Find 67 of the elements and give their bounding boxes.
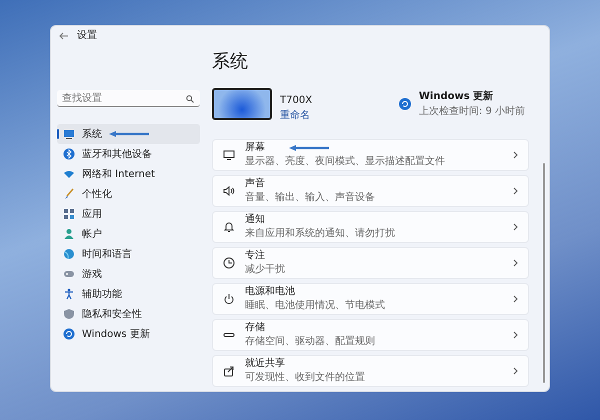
monitor-icon bbox=[223, 149, 235, 161]
card-title: 通知 bbox=[245, 214, 265, 226]
device-name: T700X bbox=[280, 94, 312, 108]
settings-card[interactable]: 存储 存储空间、驱动器、配置规则 bbox=[212, 319, 529, 351]
card-title: 专注 bbox=[245, 250, 265, 262]
card-description: 可发现性、收到文件的位置 bbox=[245, 370, 366, 384]
card-description: 音量、输出、输入、声音设备 bbox=[245, 190, 376, 204]
sidebar-item[interactable]: 应用 bbox=[57, 204, 200, 224]
card-description: 减少干扰 bbox=[245, 262, 286, 276]
page-title: 系统 bbox=[212, 50, 249, 74]
search-icon[interactable] bbox=[186, 95, 194, 103]
sidebar-item[interactable]: 蓝牙和其他设备 bbox=[57, 144, 200, 164]
sidebar-item[interactable]: 网络和 Internet bbox=[57, 164, 200, 184]
bluetooth-icon bbox=[63, 148, 75, 160]
search-field[interactable]: 查找设置 bbox=[57, 90, 200, 107]
power-icon bbox=[223, 293, 235, 305]
chevron-icon bbox=[513, 151, 518, 159]
update-icon bbox=[63, 328, 75, 340]
card-title: 电源和电池 bbox=[245, 286, 295, 298]
card-description: 存储空间、驱动器、配置规则 bbox=[245, 334, 376, 348]
chevron-icon bbox=[513, 331, 518, 339]
share-icon bbox=[223, 365, 235, 377]
card-title: 存储 bbox=[245, 322, 265, 334]
sidebar-item[interactable]: 系统 bbox=[57, 124, 200, 144]
chevron-icon bbox=[513, 367, 518, 375]
shield-icon bbox=[63, 308, 75, 320]
card-title: 声音 bbox=[245, 178, 265, 190]
chevron-icon bbox=[513, 223, 518, 231]
sidebar-item[interactable]: 游戏 bbox=[57, 264, 200, 284]
brush-icon bbox=[63, 188, 75, 200]
settings-card[interactable]: 电源和电池 睡眠、电池使用情况、节电模式 bbox=[212, 283, 529, 315]
settings-card[interactable]: 就近共享 可发现性、收到文件的位置 bbox=[212, 355, 529, 387]
update-status: 上次检查时间: 9 小时前 bbox=[418, 104, 525, 119]
chevron-icon bbox=[513, 259, 518, 267]
accessibility-icon bbox=[63, 288, 75, 300]
wifi-icon bbox=[63, 168, 75, 180]
speaker-icon bbox=[223, 185, 235, 197]
card-description: 睡眠、电池使用情况、节电模式 bbox=[245, 298, 386, 312]
apps-icon bbox=[63, 208, 75, 220]
sidebar-item[interactable]: 隐私和安全性 bbox=[57, 304, 200, 324]
clock-icon bbox=[223, 257, 235, 269]
card-description: 显示器、亮度、夜间模式、显示描述配置文件 bbox=[245, 154, 446, 168]
bell-icon bbox=[223, 221, 235, 233]
update-icon bbox=[398, 98, 411, 110]
settings-card[interactable]: 通知 来自应用和系统的通知、请勿打扰 bbox=[212, 211, 529, 243]
sidebar-item[interactable]: 个性化 bbox=[57, 184, 200, 204]
sidebar-item[interactable]: Windows 更新 bbox=[57, 324, 200, 344]
card-title: 就近共享 bbox=[245, 358, 285, 370]
chevron-icon bbox=[513, 187, 518, 195]
settings-card[interactable]: 声音 音量、输出、输入、声音设备 bbox=[212, 175, 529, 207]
wallpaper-thumbnail bbox=[212, 88, 272, 120]
back-icon[interactable] bbox=[59, 32, 69, 40]
sidebar-item[interactable]: 帐户 bbox=[57, 224, 200, 244]
sidebar-item[interactable]: 时间和语言 bbox=[57, 244, 200, 264]
sidebar-item[interactable]: 辅助功能 bbox=[57, 284, 200, 304]
settings-card[interactable]: 专注 减少干扰 bbox=[212, 247, 529, 279]
window-title: 设置 bbox=[77, 28, 97, 43]
update-title[interactable]: Windows 更新 bbox=[418, 89, 525, 104]
gamepad-icon bbox=[63, 268, 75, 280]
settings-card[interactable]: 屏幕 显示器、亮度、夜间模式、显示描述配置文件 bbox=[212, 139, 529, 171]
card-description: 来自应用和系统的通知、请勿打扰 bbox=[245, 226, 396, 240]
globe-icon bbox=[63, 248, 75, 260]
chevron-icon bbox=[513, 295, 518, 303]
monitor-icon bbox=[63, 128, 75, 140]
rename-link[interactable]: 重命名 bbox=[280, 108, 312, 123]
card-title: 屏幕 bbox=[245, 142, 265, 154]
person-icon bbox=[63, 228, 75, 240]
